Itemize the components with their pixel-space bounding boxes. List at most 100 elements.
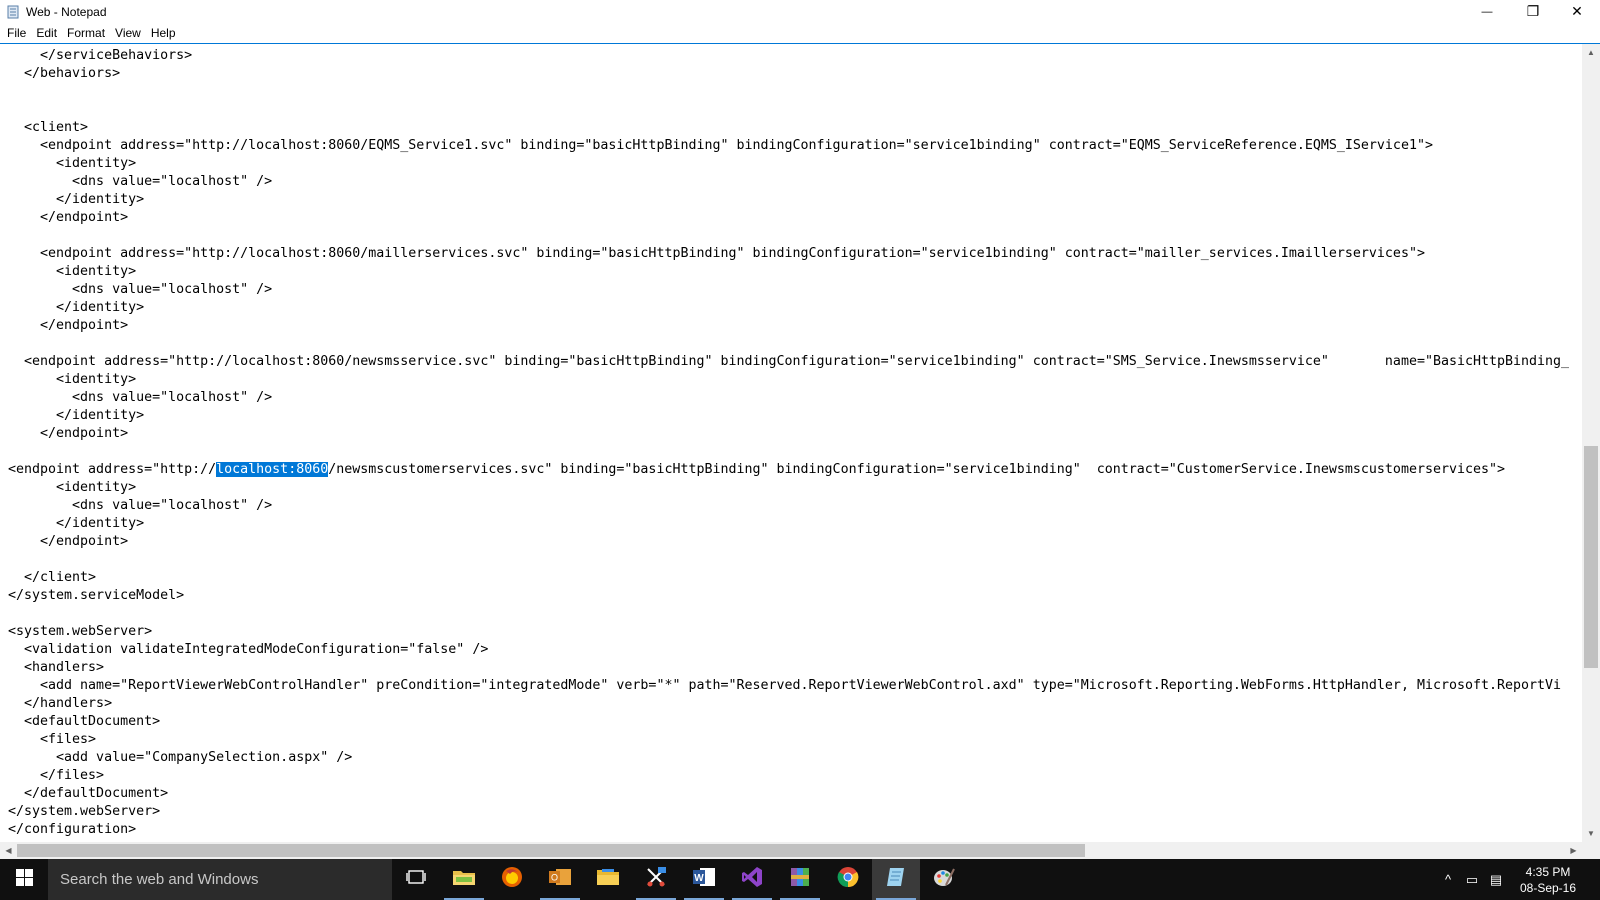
vertical-scrollbar[interactable]: ▲ ▼ [1582, 44, 1600, 842]
code-line: <system.webServer> [8, 624, 153, 639]
selected-text: localhost:8060 [216, 462, 329, 477]
code-line: <add name="ReportViewerWebControlHandler… [8, 678, 1562, 693]
code-line-prefix: <endpoint address="http:// [8, 462, 217, 477]
chrome-icon [836, 865, 860, 894]
code-line: <endpoint address="http://localhost:8060… [8, 246, 1425, 261]
windows-logo-icon [15, 868, 33, 891]
network-icon[interactable]: ▭ [1460, 859, 1484, 900]
code-line: <handlers> [8, 660, 105, 675]
notepad-icon [884, 865, 908, 894]
scroll-right-icon[interactable]: ▶ [1565, 842, 1582, 859]
vertical-scroll-thumb[interactable] [1584, 446, 1598, 668]
code-line: </files> [8, 768, 105, 783]
code-line: <validation validateIntegratedModeConfig… [8, 642, 489, 657]
task-view-button[interactable] [392, 859, 440, 900]
code-line: </identity> [8, 192, 145, 207]
restore-button[interactable]: ❐ [1510, 0, 1556, 23]
close-icon: ✕ [1571, 3, 1583, 19]
code-line: </endpoint> [8, 426, 129, 441]
scrollbar-corner [1582, 842, 1600, 859]
taskbar-app-visual-studio[interactable] [728, 859, 776, 900]
notepad-app-icon [6, 5, 20, 19]
minimize-icon: — [1481, 5, 1493, 18]
visual-studio-icon [740, 865, 764, 894]
taskbar-app-explorer[interactable] [584, 859, 632, 900]
horizontal-scroll-thumb[interactable] [17, 844, 1085, 857]
file-explorer-folder-icon [452, 867, 476, 892]
clock-date: 08-Sep-16 [1519, 880, 1577, 895]
minimize-button[interactable]: — [1464, 0, 1510, 23]
code-line: </endpoint> [8, 534, 129, 549]
start-button[interactable] [0, 859, 48, 900]
taskbar-app-snipping[interactable] [632, 859, 680, 900]
taskbar-app-notepad[interactable] [872, 859, 920, 900]
taskbar-app-outlook[interactable]: O [536, 859, 584, 900]
scroll-up-icon[interactable]: ▲ [1582, 44, 1600, 61]
code-line-suffix: /newsmscustomerservices.svc" binding="ba… [328, 462, 1506, 477]
taskbar-app-chrome[interactable] [824, 859, 872, 900]
code-line: <defaultDocument> [8, 714, 161, 729]
code-line: <add value="CompanySelection.aspx" /> [8, 750, 353, 765]
word-icon: W [692, 866, 716, 893]
menu-file[interactable]: File [2, 23, 31, 43]
task-view-icon [406, 869, 426, 890]
code-line: <dns value="localhost" /> [8, 498, 273, 513]
code-line: <endpoint address="http://localhost:8060… [8, 461, 1569, 479]
editor-content[interactable]: </serviceBehaviors> </behaviors> <client… [8, 47, 1569, 839]
code-line: <identity> [8, 372, 137, 387]
clock-time: 4:35 PM [1525, 864, 1571, 879]
code-line: </identity> [8, 300, 145, 315]
paint-icon [932, 865, 956, 894]
title-bar[interactable]: Web - Notepad — ❐ ✕ [0, 0, 1600, 23]
code-line: <dns value="localhost" /> [8, 282, 273, 297]
menu-edit[interactable]: Edit [31, 23, 62, 43]
code-line: <dns value="localhost" /> [8, 390, 273, 405]
code-line: <client> [8, 120, 89, 135]
menu-format[interactable]: Format [62, 23, 110, 43]
taskbar-app-word[interactable]: W [680, 859, 728, 900]
scroll-left-icon[interactable]: ◀ [0, 842, 17, 859]
file-explorer-icon [596, 867, 620, 892]
code-line: <identity> [8, 156, 137, 171]
menu-bar: File Edit Format View Help [0, 23, 1600, 44]
firefox-icon [500, 865, 524, 894]
taskbar-app-firefox[interactable] [488, 859, 536, 900]
code-line: <identity> [8, 480, 137, 495]
text-editor[interactable]: </serviceBehaviors> </behaviors> <client… [0, 44, 1582, 842]
restore-icon: ❐ [1526, 3, 1540, 19]
taskbar-app-archive[interactable] [776, 859, 824, 900]
code-line: </defaultDocument> [8, 786, 169, 801]
scroll-down-icon[interactable]: ▼ [1582, 825, 1600, 842]
window-title: Web - Notepad [26, 4, 107, 19]
code-line: <files> [8, 732, 97, 747]
code-line: </identity> [8, 516, 145, 531]
close-button[interactable]: ✕ [1554, 0, 1600, 23]
taskbar: Search the web and Windows O W ^ ▭ ▤ 4:3… [0, 859, 1600, 900]
system-tray: ^ ▭ ▤ 4:35 PM 08-Sep-16 [1436, 859, 1600, 900]
taskbar-app-folder[interactable] [440, 859, 488, 900]
horizontal-scrollbar[interactable]: ◀ ▶ [0, 842, 1582, 859]
code-line: </serviceBehaviors> [8, 48, 193, 63]
show-hidden-icons-chevron-icon[interactable]: ^ [1436, 859, 1460, 900]
outlook-icon: O [548, 866, 572, 893]
taskbar-clock[interactable]: 4:35 PM 08-Sep-16 [1512, 859, 1584, 900]
code-line: </behaviors> [8, 66, 121, 81]
archive-icon [788, 865, 812, 894]
code-line: </system.serviceModel> [8, 588, 185, 603]
code-line: </configuration> [8, 822, 137, 837]
taskbar-search-box[interactable]: Search the web and Windows [48, 859, 392, 900]
menu-view[interactable]: View [110, 23, 146, 43]
menu-help[interactable]: Help [146, 23, 181, 43]
code-line: <dns value="localhost" /> [8, 174, 273, 189]
taskbar-app-paint[interactable] [920, 859, 968, 900]
code-line: <endpoint address="http://localhost:8060… [8, 138, 1433, 153]
action-center-message-icon[interactable]: ▤ [1484, 859, 1508, 900]
snipping-tool-icon [644, 865, 668, 894]
